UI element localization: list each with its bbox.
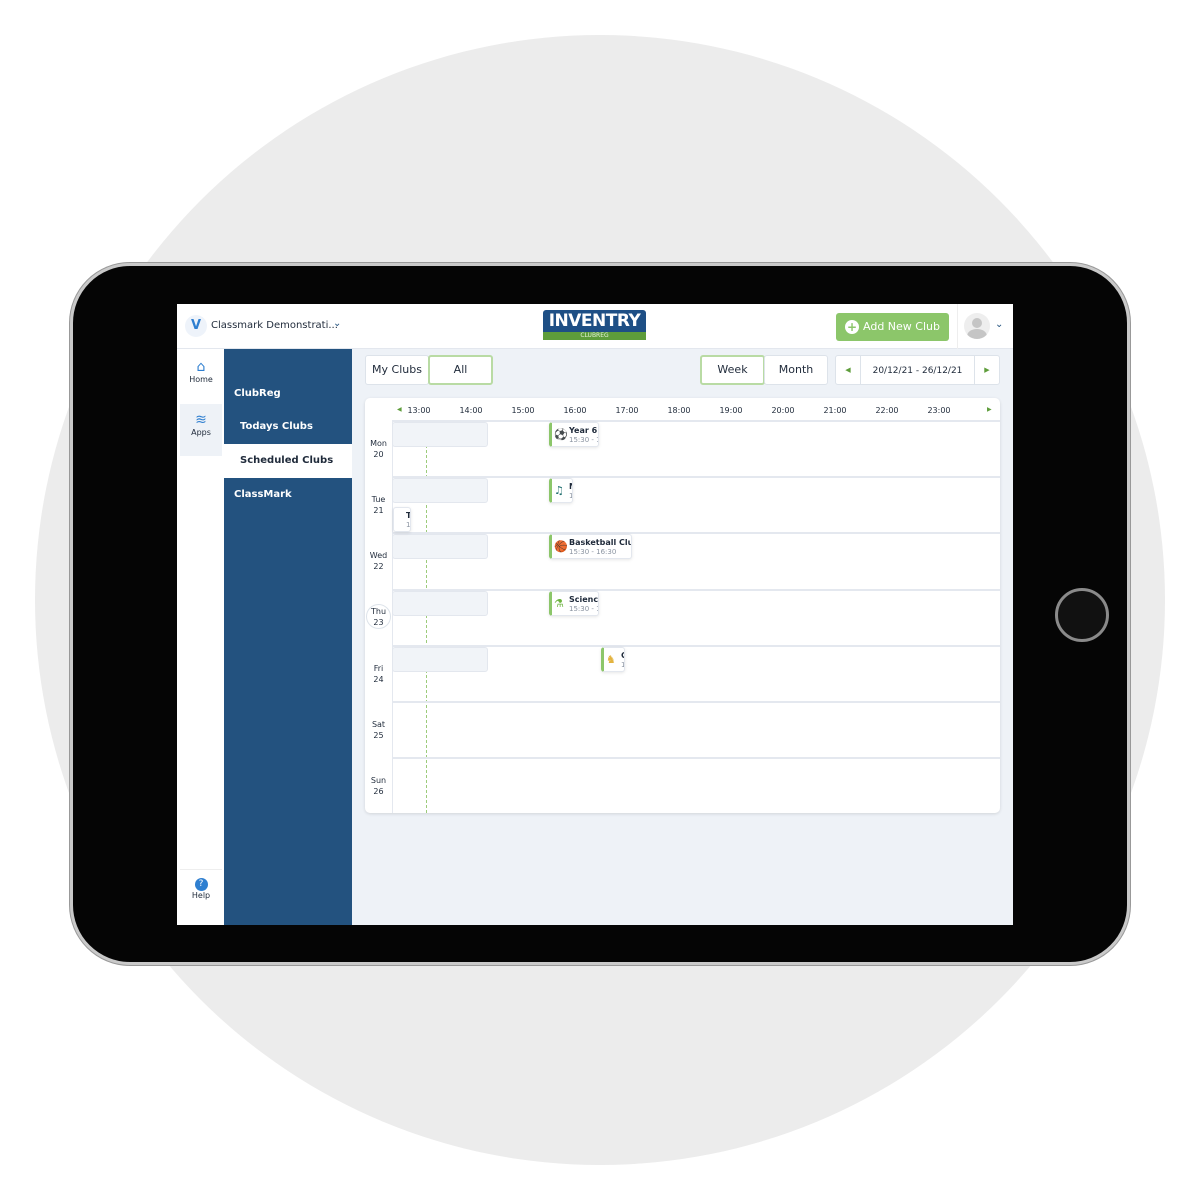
view-month[interactable]: Month — [764, 355, 828, 385]
day-label: Sun 26 — [370, 776, 387, 797]
scroll-left-icon[interactable]: ◀ — [397, 406, 402, 413]
unavailable-block — [392, 534, 488, 560]
sidebar-item-todays-clubs[interactable]: Todays Clubs — [224, 410, 352, 444]
flask-icon: ⚗ — [554, 596, 564, 610]
hour-label: 17:00 — [615, 406, 639, 415]
week-calendar: ◀ ▶ 13:00 14:00 15:00 16:00 17:00 18:00 19:00 2… — [365, 398, 1000, 813]
day-label: Tue 21 — [371, 495, 386, 516]
hour-label: 19:00 — [719, 406, 743, 415]
inventry-logo: INVENTRY CLUBREG — [543, 310, 646, 342]
day-label: Sat 25 — [371, 720, 386, 740]
event-title: Year 6 F — [569, 426, 598, 435]
plus-icon: + — [845, 320, 859, 334]
avatar[interactable] — [964, 313, 990, 339]
event-time: 1 — [569, 492, 572, 500]
hour-label: 20:00 — [771, 406, 795, 415]
sidebar-item-scheduled-clubs[interactable]: Scheduled Clubs — [224, 444, 352, 478]
prev-week-button[interactable]: ◀ — [836, 356, 861, 384]
event-time: 15:30 - 16 — [569, 436, 598, 444]
org-logo: V — [185, 315, 207, 337]
hour-label: 21:00 — [823, 406, 847, 415]
event-title: C — [621, 651, 624, 660]
sidebar-item-clubreg[interactable]: ClubReg — [224, 377, 352, 411]
soccer-ball-icon: ⚽ — [554, 428, 568, 441]
rail-apps[interactable]: ≋ Apps — [180, 404, 222, 456]
club-event[interactable]: ♫ M1 — [549, 478, 573, 504]
rail-help[interactable]: ? Help — [180, 869, 222, 921]
event-title: M — [569, 482, 572, 491]
hour-label: 14:00 — [459, 406, 483, 415]
chevron-down-icon[interactable]: ⌄ — [995, 319, 1003, 330]
unavailable-block — [392, 646, 488, 672]
day-label: Thu 23 — [366, 603, 391, 629]
view-week[interactable]: Week — [700, 355, 765, 385]
day-label: Mon 20 — [370, 439, 387, 459]
filter-my-clubs[interactable]: My Clubs — [365, 355, 429, 385]
event-time: 15:30 - 16 — [569, 604, 598, 613]
music-note-icon: ♫ — [554, 484, 564, 498]
hour-label: 13:00 — [407, 406, 431, 415]
filter-all[interactable]: All — [428, 355, 493, 385]
chevron-down-icon[interactable]: ⌄ — [333, 318, 341, 329]
event-time: 1 — [406, 521, 411, 530]
day-row — [392, 757, 1000, 813]
club-event[interactable]: ♞ C1 — [601, 646, 625, 672]
scroll-right-icon[interactable]: ▶ — [987, 406, 992, 413]
divider — [957, 304, 958, 349]
unavailable-block — [392, 590, 488, 616]
event-title: Basketball Club — [569, 538, 631, 548]
sidebar-nav: ClubReg Todays Clubs Scheduled Clubs Cla… — [224, 349, 352, 925]
hour-label: 16:00 — [563, 406, 587, 415]
hour-label: 22:00 — [875, 406, 899, 415]
event-title: Science — [569, 594, 599, 604]
help-icon: ? — [194, 878, 208, 891]
event-time: 15:30 - 16:30 — [569, 548, 617, 557]
club-event[interactable]: T1 — [393, 507, 411, 533]
top-bar: V Classmark Demonstrati... ⌄ INVENTRY CL… — [177, 304, 1013, 349]
chess-knight-icon: ♞ — [606, 652, 616, 666]
day-label: Fri 24 — [373, 663, 384, 684]
date-range: 20/12/21 - 26/12/21 — [872, 366, 963, 376]
club-event[interactable]: ⚗ Science15:30 - 16 — [549, 590, 599, 616]
day-row — [392, 701, 1000, 757]
day-label: Wed 22 — [369, 551, 388, 572]
hour-label: 18:00 — [667, 406, 691, 415]
org-selector[interactable]: Classmark Demonstrati... — [211, 320, 338, 331]
hour-label: 15:00 — [511, 406, 535, 415]
app-rail: ⌂ Home ≋ Apps ? Help — [177, 349, 224, 925]
event-title: T — [406, 511, 411, 521]
club-event[interactable]: ⚽Year 6 F15:30 - 16 — [549, 422, 599, 447]
home-icon: ⌂ — [196, 359, 206, 375]
tablet-home-button — [1055, 588, 1109, 642]
event-time: 1 — [621, 661, 624, 669]
layers-icon: ≋ — [195, 412, 207, 428]
sidebar-item-classmark[interactable]: ClassMark — [224, 478, 352, 512]
add-new-club-button[interactable]: + Add New Club — [836, 313, 949, 341]
unavailable-block — [392, 422, 488, 447]
hour-label: 23:00 — [927, 406, 951, 415]
date-navigator: ◀ 20/12/21 - 26/12/21 ▶ — [835, 355, 1000, 385]
club-event[interactable]: 🏀Basketball Club15:30 - 16:30 — [549, 534, 632, 560]
app-screen: V Classmark Demonstrati... ⌄ INVENTRY CL… — [177, 304, 1013, 925]
next-week-button[interactable]: ▶ — [974, 356, 999, 384]
basketball-icon: 🏀 — [554, 540, 568, 554]
rail-home[interactable]: ⌂ Home — [180, 351, 222, 403]
unavailable-block — [392, 478, 488, 504]
